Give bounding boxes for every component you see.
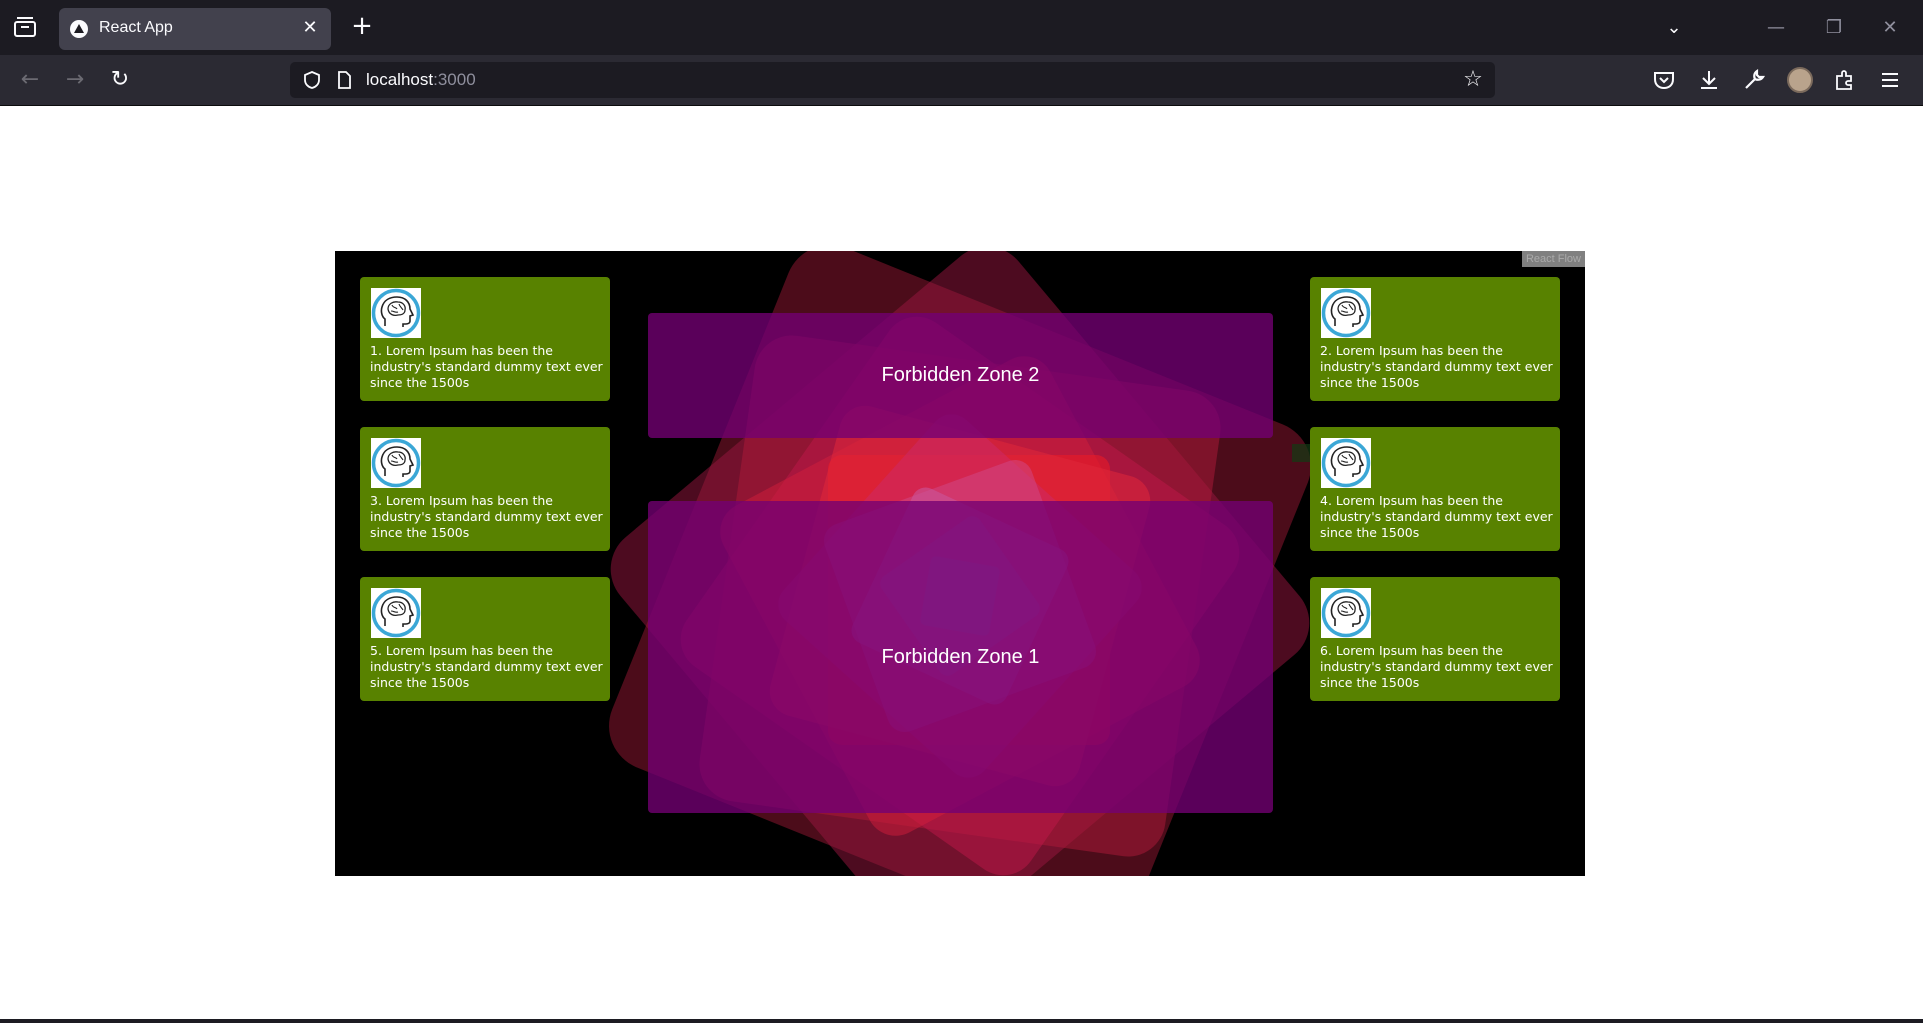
react-flow-canvas[interactable]: Forbidden Zone 2 Forbidden Zone 1 1. Lor…	[335, 251, 1585, 876]
extensions-icon[interactable]	[1832, 67, 1858, 93]
shield-icon[interactable]	[302, 70, 322, 90]
chevron-down-icon[interactable]: ⌄	[1660, 14, 1688, 42]
url-text: localhost:3000	[366, 70, 476, 90]
navigation-bar: ← → ↻ localhost:3000 ☆	[0, 55, 1923, 106]
window-close-icon[interactable]: ✕	[1876, 14, 1904, 42]
react-flow-attribution[interactable]: React Flow	[1521, 251, 1585, 267]
close-icon[interactable]: ✕	[299, 17, 321, 39]
bottom-edge	[0, 1019, 1923, 1023]
forbidden-zone-2[interactable]: Forbidden Zone 2	[648, 313, 1273, 438]
tab-title: React App	[99, 19, 173, 36]
url-port: :3000	[433, 70, 476, 89]
node-card-text: 5. Lorem Ipsum has been the industry's s…	[370, 643, 603, 690]
url-host: localhost	[366, 70, 434, 89]
brain-head-icon	[371, 288, 421, 338]
download-icon[interactable]	[1696, 67, 1722, 93]
hamburger-menu-icon[interactable]	[1877, 67, 1903, 93]
wrench-icon[interactable]	[1741, 67, 1767, 93]
node-card-1[interactable]: 1. Lorem Ipsum has been the industry's s…	[360, 277, 610, 401]
url-bar[interactable]: localhost:3000 ☆	[290, 62, 1495, 98]
tab-bar: React App ✕ + ⌄ — ❐ ✕	[0, 0, 1923, 55]
node-card-6[interactable]: 6. Lorem Ipsum has been the industry's s…	[1310, 577, 1560, 701]
node-card-3[interactable]: 3. Lorem Ipsum has been the industry's s…	[360, 427, 610, 551]
plus-icon[interactable]: +	[348, 12, 376, 40]
node-card-text: 2. Lorem Ipsum has been the industry's s…	[1320, 343, 1553, 390]
forward-icon[interactable]: →	[60, 65, 90, 95]
node-card-text: 6. Lorem Ipsum has been the industry's s…	[1320, 643, 1553, 690]
restore-icon[interactable]: ❐	[1820, 14, 1848, 42]
brain-head-icon	[1321, 438, 1371, 488]
forbidden-zone-1-label: Forbidden Zone 1	[881, 645, 1040, 668]
node-card-4[interactable]: 4. Lorem Ipsum has been the industry's s…	[1310, 427, 1560, 551]
node-card-text: 4. Lorem Ipsum has been the industry's s…	[1320, 493, 1553, 540]
brain-head-icon	[371, 588, 421, 638]
back-icon[interactable]: ←	[15, 65, 45, 95]
account-icon[interactable]	[1787, 67, 1813, 93]
page-icon[interactable]	[334, 70, 354, 90]
node-card-5[interactable]: 5. Lorem Ipsum has been the industry's s…	[360, 577, 610, 701]
firefox-logo-icon	[70, 20, 88, 38]
tabs-menu-icon[interactable]	[12, 16, 38, 38]
pocket-icon[interactable]	[1651, 67, 1677, 93]
node-card-text: 3. Lorem Ipsum has been the industry's s…	[370, 493, 603, 540]
star-icon[interactable]: ☆	[1461, 68, 1485, 92]
forbidden-zone-2-label: Forbidden Zone 2	[881, 364, 1040, 386]
tab-react-app[interactable]: React App ✕	[59, 8, 331, 50]
forbidden-zone-1[interactable]: Forbidden Zone 1	[648, 501, 1273, 813]
node-card-2[interactable]: 2. Lorem Ipsum has been the industry's s…	[1310, 277, 1560, 401]
brain-head-icon	[1321, 288, 1371, 338]
brain-head-icon	[1321, 588, 1371, 638]
minimize-icon[interactable]: —	[1762, 14, 1790, 42]
node-card-text: 1. Lorem Ipsum has been the industry's s…	[370, 343, 603, 390]
reload-icon[interactable]: ↻	[105, 65, 135, 95]
brain-head-icon	[371, 438, 421, 488]
